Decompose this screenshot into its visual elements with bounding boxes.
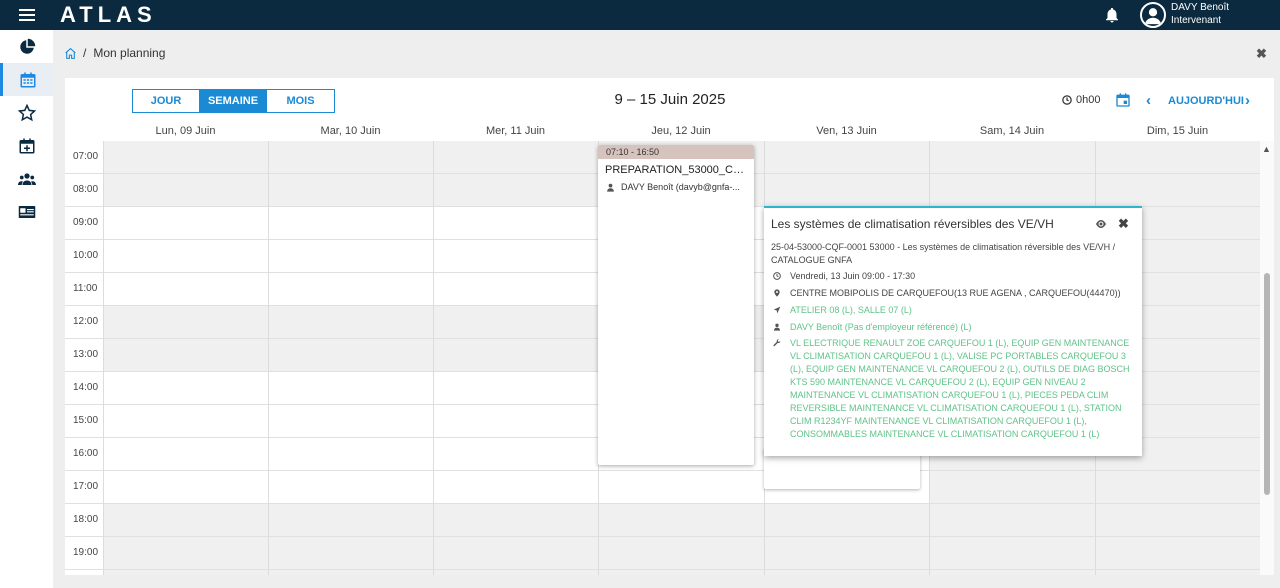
wrench-icon <box>773 339 781 347</box>
hour-label: 19:00 <box>73 547 99 558</box>
event-title: PREPARATION_53000_CQF... <box>605 164 754 176</box>
user-role: Intervenant <box>1171 15 1222 26</box>
hour-label: 17:00 <box>73 481 99 492</box>
scroll-up-icon[interactable]: ▲ <box>1262 144 1271 154</box>
planning-panel: JOUR SEMAINE MOIS 9 – 15 Juin 2025 0h00 … <box>65 78 1274 575</box>
calendar-add-icon <box>19 138 34 153</box>
previous-week-button[interactable]: ‹ <box>1146 92 1151 109</box>
sidebar-item-planning[interactable] <box>0 63 53 96</box>
sidebar <box>0 30 53 588</box>
event-card[interactable]: 07:10 - 16:50 PREPARATION_53000_CQF... D… <box>598 145 754 465</box>
popup-reference: 25-04-53000-CQF-0001 53000 - Les système… <box>771 242 1116 265</box>
hour-label: 08:00 <box>73 184 99 195</box>
app-logo[interactable]: ATLAS <box>60 2 157 28</box>
breadcrumb-current: Mon planning <box>93 46 166 60</box>
today-button[interactable]: AUJOURD'HUI <box>1168 95 1244 107</box>
navigation-icon <box>773 306 781 314</box>
hour-label: 07:00 <box>73 151 99 162</box>
star-icon <box>17 103 36 121</box>
next-week-button[interactable]: › <box>1245 92 1250 109</box>
clock-icon <box>773 272 781 280</box>
person-icon <box>774 323 780 331</box>
top-bar: ATLAS DAVY Benoît Intervenant <box>0 0 1280 30</box>
sidebar-item-dashboard[interactable] <box>0 30 53 63</box>
home-icon[interactable] <box>64 47 77 60</box>
popup-location: CENTRE MOBIPOLIS DE CARQUEFOU(13 RUE AGE… <box>771 287 1131 300</box>
close-icon[interactable]: ✖ <box>1256 46 1267 62</box>
event-person: DAVY Benoît (davyb@gnfa-... <box>598 176 754 192</box>
hour-label: 14:00 <box>73 382 99 393</box>
eye-icon[interactable] <box>1095 219 1107 229</box>
popup-title: Les systèmes de climatisation réversible… <box>771 217 1054 231</box>
dashboard-icon <box>19 38 35 54</box>
day-header: Mar, 10 Juin <box>320 125 381 137</box>
sidebar-item-add-event[interactable] <box>0 129 53 162</box>
popup-equipment: VL ELECTRIQUE RENAULT ZOE CARQUEFOU 1 (L… <box>771 337 1133 441</box>
hour-label: 12:00 <box>73 316 99 327</box>
id-card-icon <box>18 205 35 218</box>
sidebar-item-favorites[interactable] <box>0 96 53 129</box>
sidebar-item-profile[interactable] <box>0 195 53 228</box>
person-icon <box>607 183 614 192</box>
view-day-button[interactable]: JOUR <box>133 90 200 112</box>
day-header: Sam, 14 Juin <box>979 125 1045 137</box>
breadcrumb: / Mon planning <box>64 45 165 61</box>
close-icon[interactable]: ✖ <box>1118 216 1129 232</box>
week-title: 9 – 15 Juin 2025 <box>614 91 726 108</box>
hour-label: 16:00 <box>73 448 99 459</box>
breadcrumb-separator: / <box>83 46 87 60</box>
user-avatar-icon[interactable] <box>1140 2 1166 28</box>
day-header: Ven, 13 Juin <box>816 125 877 137</box>
popup-trainer: DAVY Benoît (Pas d'employeur référencé) … <box>771 321 1131 334</box>
day-header: Jeu, 12 Juin <box>651 125 711 137</box>
view-switch: JOUR SEMAINE MOIS <box>132 89 335 113</box>
hour-label: 09:00 <box>73 217 99 228</box>
popup-datetime: Vendredi, 13 Juin 09:00 - 17:30 <box>771 270 1131 283</box>
clock-icon <box>1062 95 1072 105</box>
bell-icon[interactable] <box>1103 6 1121 24</box>
hour-label: 10:00 <box>73 250 99 261</box>
day-header: Mer, 11 Juin <box>485 125 546 137</box>
menu-icon[interactable] <box>19 9 35 21</box>
total-hours: 0h00 <box>1062 94 1100 106</box>
hour-label: 15:00 <box>73 415 99 426</box>
event-detail-popup: Les systèmes de climatisation réversible… <box>764 206 1142 456</box>
calendar-icon <box>20 72 36 87</box>
hour-label: 18:00 <box>73 514 99 525</box>
view-week-button[interactable]: SEMAINE <box>200 90 267 112</box>
sidebar-item-groups[interactable] <box>0 162 53 195</box>
hour-label: 11:00 <box>73 283 98 294</box>
location-icon <box>774 289 780 297</box>
day-header: Lun, 09 Juin <box>155 125 216 137</box>
day-header: Dim, 15 Juin <box>1146 125 1209 137</box>
popup-rooms: ATELIER 08 (L), SALLE 07 (L) <box>771 304 1131 317</box>
users-icon <box>17 172 36 185</box>
hour-label: 13:00 <box>73 349 99 360</box>
date-picker-icon[interactable] <box>1115 92 1131 108</box>
event-time: 07:10 - 16:50 <box>598 145 754 159</box>
user-name[interactable]: DAVY Benoît <box>1171 2 1229 14</box>
view-month-button[interactable]: MOIS <box>267 90 334 112</box>
scrollbar-thumb[interactable] <box>1264 273 1270 495</box>
